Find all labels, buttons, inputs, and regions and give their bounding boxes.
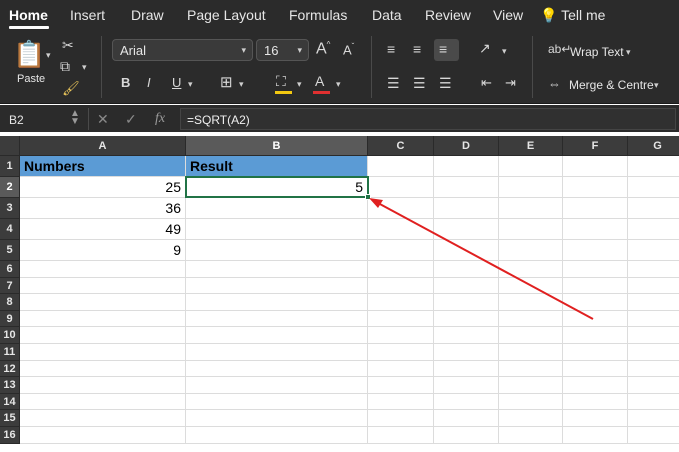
chevron-down-icon: ▾: [241, 45, 246, 55]
chevron-down-icon: ▾: [297, 45, 302, 55]
align-left-icon[interactable]: ☰: [387, 76, 400, 90]
underline-dropdown-icon[interactable]: ▾: [188, 79, 193, 90]
orientation-icon[interactable]: ↗: [479, 41, 491, 55]
copy-icon[interactable]: ⧉: [60, 59, 70, 73]
increase-font-size-icon[interactable]: A^: [316, 41, 330, 57]
worksheet-grid: A B C D E F G 1 2 3 4 5 6 7 8 9 10 11 12 13 14 15 16 Nu…: [0, 136, 679, 452]
increase-indent-icon[interactable]: ⇥: [505, 76, 516, 89]
align-middle-icon[interactable]: ≡: [413, 42, 421, 56]
tab-data[interactable]: Data: [372, 7, 402, 23]
italic-button[interactable]: I: [147, 76, 151, 89]
fill-color-dropdown-icon[interactable]: ▾: [297, 79, 302, 90]
bold-button[interactable]: B: [121, 76, 130, 89]
group-separator: [371, 36, 372, 98]
borders-dropdown-icon[interactable]: ▾: [239, 79, 244, 90]
decrease-indent-icon[interactable]: ⇤: [481, 76, 492, 89]
enter-check-icon[interactable]: ✓: [125, 111, 137, 128]
formula-text: =SQRT(A2): [187, 113, 250, 127]
cancel-icon[interactable]: ✕: [97, 111, 109, 128]
wrap-text-button[interactable]: Wrap Text: [570, 45, 624, 59]
tab-review[interactable]: Review: [425, 7, 471, 23]
ribbon-tab-bar: Home Insert Draw Page Layout Formulas Da…: [0, 0, 679, 30]
paste-icon[interactable]: 📋: [13, 41, 45, 67]
group-separator: [532, 36, 533, 98]
lightbulb-icon: 💡: [540, 7, 558, 23]
wrap-text-dropdown-icon[interactable]: ▾: [626, 47, 631, 58]
font-size-select[interactable]: 16 ▾: [256, 39, 309, 61]
tab-view[interactable]: View: [493, 7, 523, 23]
insert-function-icon[interactable]: fx: [155, 111, 165, 127]
align-top-icon[interactable]: ≡: [387, 42, 395, 56]
name-box-stepper-icon[interactable]: ▲ ▼: [70, 109, 80, 127]
merge-centre-button[interactable]: Merge & Centre: [569, 78, 654, 92]
font-color-icon[interactable]: A: [315, 74, 324, 88]
copy-dropdown-icon[interactable]: ▾: [82, 62, 87, 73]
paste-button-label[interactable]: Paste: [17, 73, 45, 85]
group-separator: [101, 36, 102, 98]
font-name-select[interactable]: Arial ▾: [112, 39, 253, 61]
active-tab-indicator: [9, 26, 49, 29]
orientation-dropdown-icon[interactable]: ▾: [502, 46, 507, 57]
tab-page-layout[interactable]: Page Layout: [187, 7, 266, 23]
tell-me-search[interactable]: 💡 Tell me: [540, 7, 605, 24]
format-painter-icon[interactable]: 🖌: [62, 81, 80, 95]
align-center-icon[interactable]: ☰: [413, 76, 426, 90]
font-size-value: 16: [264, 43, 279, 58]
font-color-swatch: [313, 91, 330, 94]
font-color-dropdown-icon[interactable]: ▾: [336, 79, 341, 90]
fill-color-icon[interactable]: ⛶: [276, 74, 286, 88]
home-ribbon: 📋 ▾ Paste ✂ ⧉ ▾ 🖌 Arial ▾ 16 ▾ A^ Aˇ B I…: [0, 30, 679, 104]
tab-insert[interactable]: Insert: [70, 7, 105, 23]
underline-button[interactable]: U: [172, 76, 181, 89]
formula-bar: B2 ▲ ▼ ✕ ✓ fx =SQRT(A2): [0, 105, 679, 132]
cut-icon[interactable]: ✂: [62, 38, 74, 52]
name-box-value: B2: [9, 113, 24, 127]
font-name-value: Arial: [120, 43, 147, 58]
decrease-font-size-icon[interactable]: Aˇ: [343, 43, 354, 57]
borders-icon[interactable]: ⊞: [220, 75, 233, 90]
tab-home[interactable]: Home: [9, 7, 48, 23]
tell-me-label: Tell me: [561, 7, 606, 23]
tab-formulas[interactable]: Formulas: [289, 7, 347, 23]
arrow-shaft: [377, 202, 594, 320]
align-right-icon[interactable]: ☰: [439, 76, 452, 90]
arrow-head: [369, 198, 383, 208]
formula-input[interactable]: =SQRT(A2): [180, 108, 676, 130]
merge-centre-dropdown-icon[interactable]: ▾: [654, 80, 659, 91]
divider: [88, 108, 89, 130]
fill-color-swatch: [275, 91, 292, 94]
paste-dropdown-icon[interactable]: ▾: [46, 50, 51, 61]
wrap-text-icon[interactable]: ab↵: [548, 43, 571, 55]
align-bottom-icon[interactable]: ≡: [439, 42, 447, 56]
tab-draw[interactable]: Draw: [131, 7, 164, 23]
annotation-arrow: [369, 198, 594, 320]
merge-centre-icon[interactable]: ⇔: [548, 77, 561, 90]
